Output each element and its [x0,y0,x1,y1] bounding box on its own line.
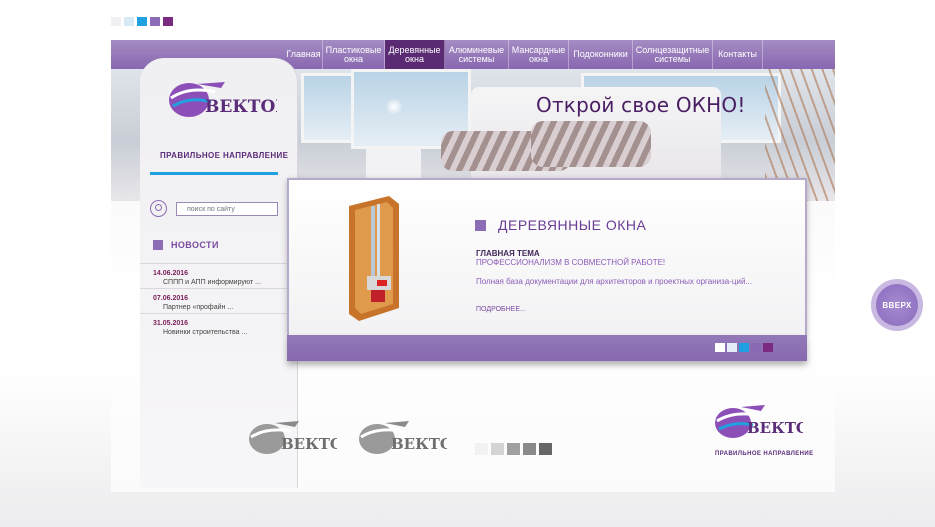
gray-swatch-3 [507,443,520,455]
search-icon[interactable] [150,200,167,217]
gray-swatch-2 [491,443,504,455]
news-text[interactable]: Новинки строительства ... [163,329,247,336]
news-square-icon [153,240,163,250]
nav-item-3[interactable]: Деревянные окна [385,40,445,69]
nav-item-7[interactable]: Солнцезащитные системы [633,40,713,69]
nav-item-6[interactable]: Подоконники [569,40,633,69]
news-item[interactable]: 14.06.2016 СППП и АПП информируют ... [140,263,297,288]
panel-square-icon [475,220,486,231]
back-to-top-label: ВВЕРХ [876,284,918,326]
panel-description: Полная база документации для архитекторо… [476,277,753,286]
news-text[interactable]: Партнер «профайн ... [163,304,233,311]
slider-dot-2[interactable] [727,343,737,352]
nav-item-2[interactable]: Пластиковые окна [323,40,385,69]
news-date: 07.06.2016 [153,295,189,302]
color-swatch-4[interactable] [150,17,160,26]
nav-item-1[interactable]: Главная [285,40,323,69]
news-item[interactable]: 07.06.2016 Партнер «профайн ... [140,288,297,313]
svg-text:ВЕКТОР: ВЕКТОР [391,435,447,453]
nav-item-5[interactable]: Мансардные окна [509,40,569,69]
hero-slogan: Открой свое ОКНО! [536,93,746,117]
vektor-logo[interactable]: ВЕКТОР [167,78,277,122]
news-item[interactable]: 31.05.2016 Новинки строительства ... [140,313,297,338]
news-header: НОВОСТИ [153,240,219,250]
color-swatch-3[interactable] [137,17,147,26]
panel-tagline: ПРОФЕССИОНАЛИЗМ В СОВМЕСТНОЙ РАБОТЕ! [476,258,666,267]
news-text[interactable]: СППП и АПП информируют ... [163,279,261,286]
vektor-logo-footer[interactable]: ВЕКТОР [713,403,803,441]
footer-slogan: ПРАВИЛЬНОЕ НАПРАВЛЕНИЕ [715,451,814,457]
slider-dot-4[interactable] [751,343,761,352]
slider-dots [715,343,773,352]
wooden-window-icon [349,196,399,321]
news-date: 14.06.2016 [153,270,189,277]
vektor-logo-gray-2: ВЕКТОР [359,421,447,454]
panel-subtitle: ГЛАВНАЯ ТЕМА [476,249,540,258]
nav-item-8[interactable]: Контакты [713,40,763,69]
svg-text:ВЕКТОР: ВЕКТОР [747,419,803,437]
slider-dot-1[interactable] [715,343,725,352]
gray-swatch-4 [523,443,536,455]
gray-swatches [475,443,552,455]
hero-lamp [386,99,402,115]
search-input[interactable] [176,202,278,216]
svg-text:ВЕКТОР: ВЕКТОР [205,97,277,117]
color-swatch-2[interactable] [124,17,134,26]
slider-dot-5[interactable] [763,343,773,352]
gray-swatch-1 [475,443,488,455]
read-more-link[interactable]: ПОДРОБНЕЕ... [476,306,526,313]
hero-pillow-2 [531,121,651,167]
sidebar-slogan: ПРАВИЛЬНОЕ НАПРАВЛЕНИЕ [160,151,289,160]
nav-item-4[interactable]: Алюминевые системы [445,40,509,69]
color-scheme-switcher [111,17,173,26]
panel-title: ДЕРЕВЯННЫЕ ОКНА [498,217,647,233]
color-swatch-1[interactable] [111,17,121,26]
back-to-top-button[interactable]: ВВЕРХ [871,279,923,331]
news-title: НОВОСТИ [171,240,219,250]
main-nav-items: Главная Пластиковые окна Деревянные окна Ал… [285,40,763,69]
color-swatch-5[interactable] [163,17,173,26]
svg-text:ВЕКТОР: ВЕКТОР [281,435,337,453]
slogan-divider [150,172,278,175]
featured-panel: ДЕРЕВЯННЫЕ ОКНА ГЛАВНАЯ ТЕМА ПРОФЕССИОНА… [287,178,807,335]
vektor-logo-gray-1: ВЕКТОР [249,421,337,454]
slider-dot-3[interactable] [739,343,749,352]
news-date: 31.05.2016 [153,320,189,327]
panel-footer [287,335,807,361]
page-frame: Открой свое ОКНО! Главная Пластиковые окн… [111,40,835,492]
gray-swatch-5 [539,443,552,455]
